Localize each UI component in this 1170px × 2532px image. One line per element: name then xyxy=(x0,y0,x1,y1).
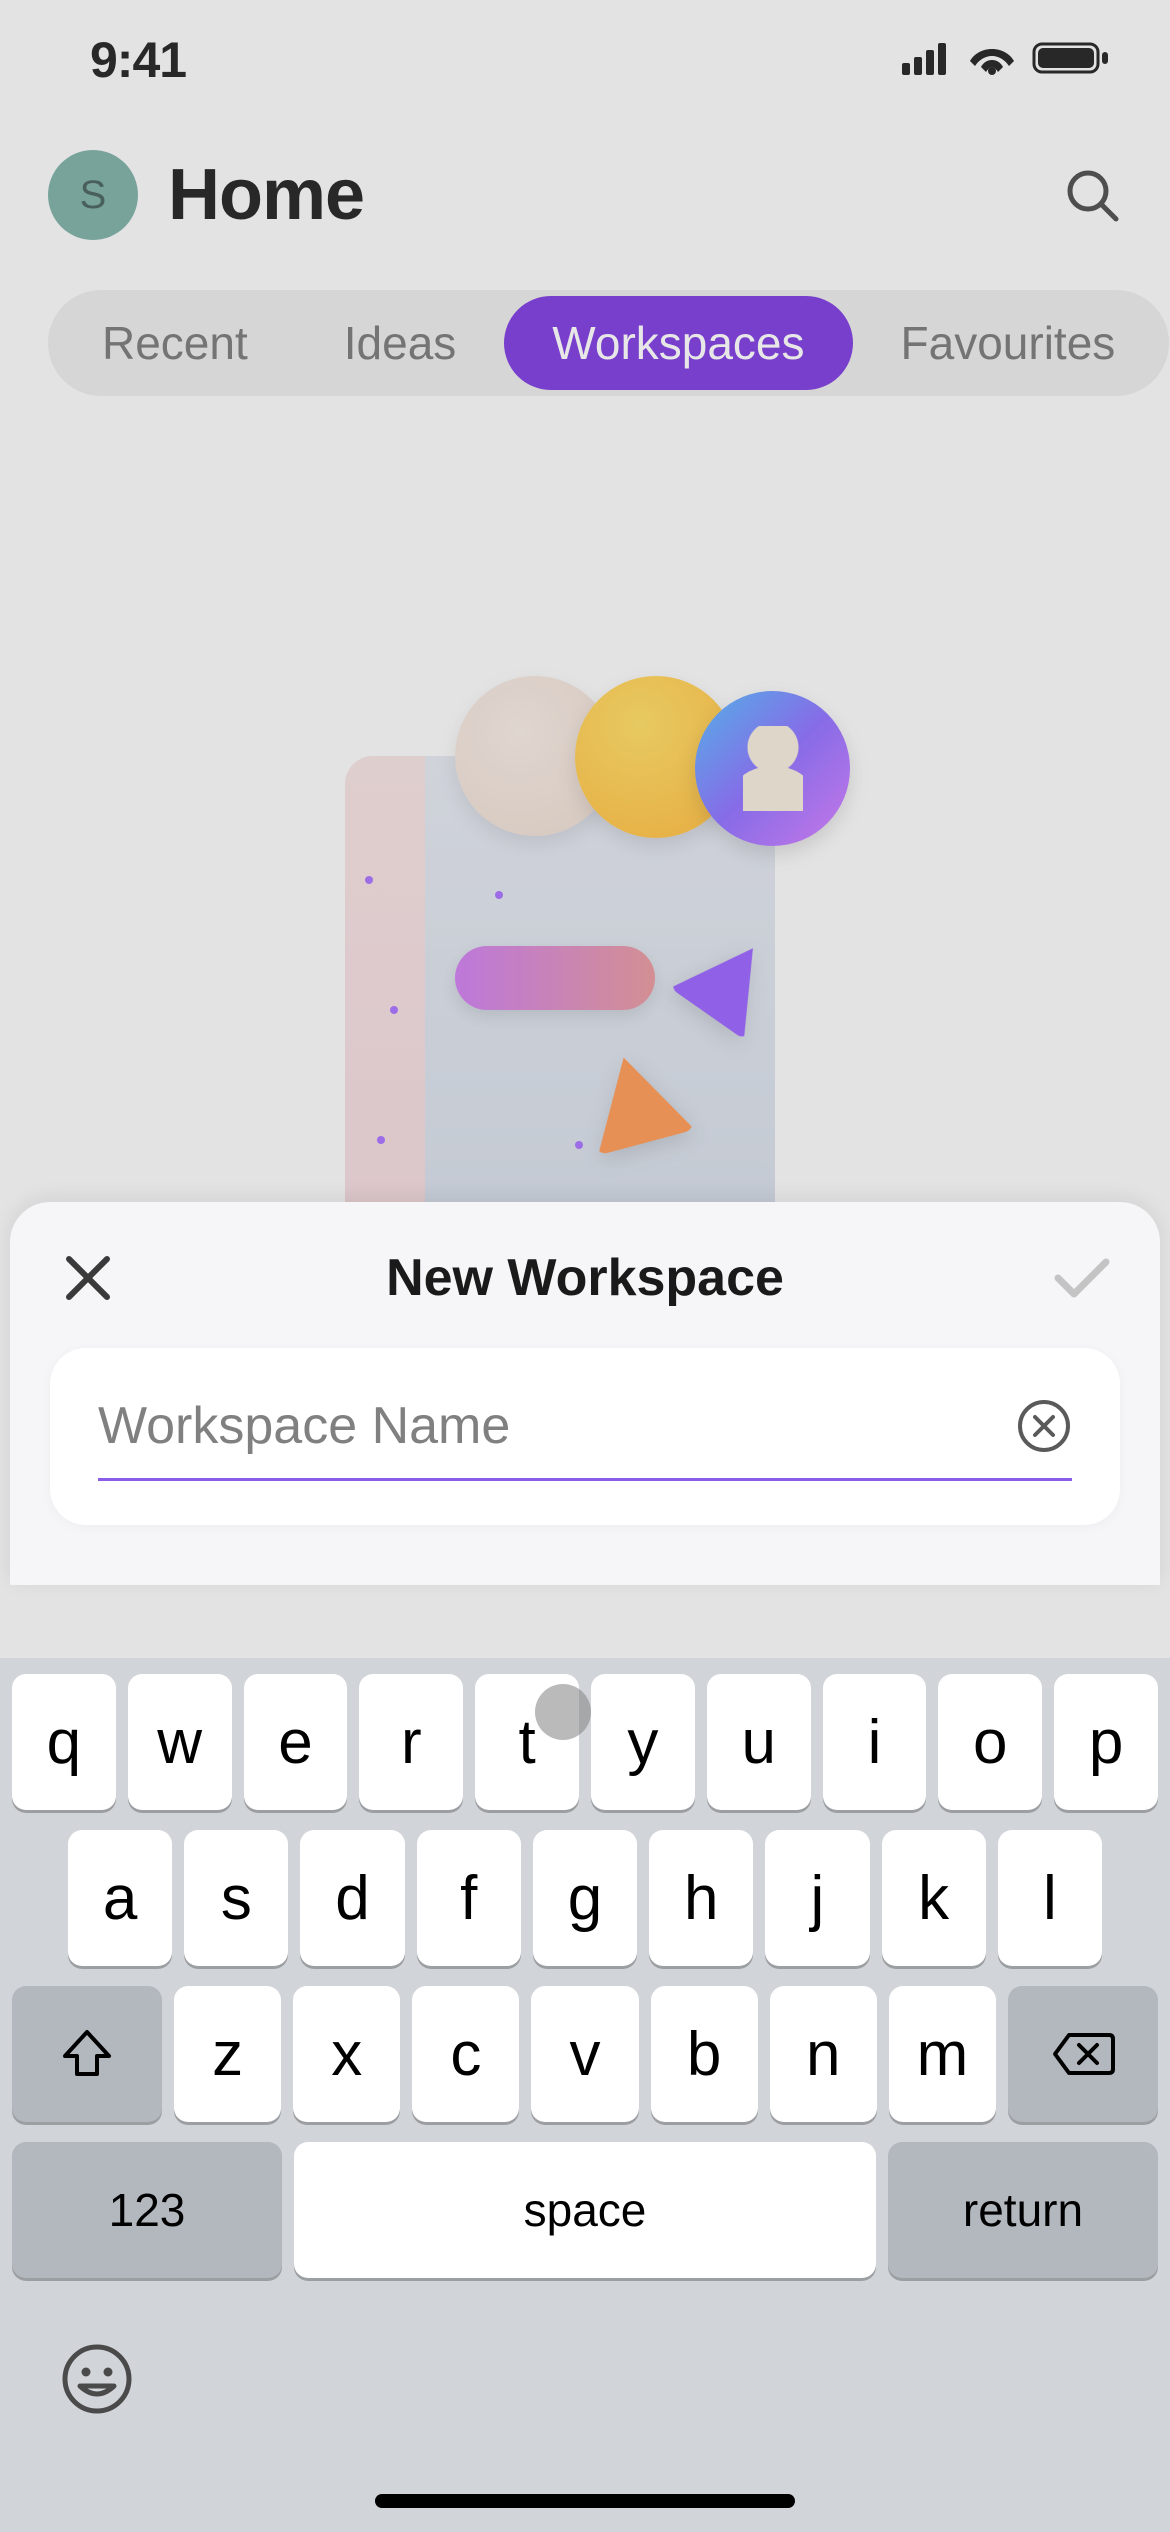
key-i[interactable]: i xyxy=(823,1674,927,1810)
shift-icon xyxy=(59,2028,115,2080)
key-p[interactable]: p xyxy=(1054,1674,1158,1810)
cellular-icon xyxy=(902,41,952,80)
key-t[interactable]: t xyxy=(475,1674,579,1810)
tab-workspaces[interactable]: Workspaces xyxy=(504,296,852,390)
key-q[interactable]: q xyxy=(12,1674,116,1810)
key-c[interactable]: c xyxy=(412,1986,519,2122)
key-m[interactable]: m xyxy=(889,1986,996,2122)
key-s[interactable]: s xyxy=(184,1830,288,1966)
clear-icon xyxy=(1016,1398,1072,1454)
close-icon xyxy=(63,1253,113,1303)
key-z[interactable]: z xyxy=(174,1986,281,2122)
wifi-icon xyxy=(968,41,1016,80)
key-d[interactable]: d xyxy=(300,1830,404,1966)
touch-indicator xyxy=(535,1684,591,1740)
key-l[interactable]: l xyxy=(998,1830,1102,1966)
new-workspace-sheet: New Workspace xyxy=(10,1202,1160,1585)
tab-favourites[interactable]: Favourites xyxy=(853,296,1164,390)
key-a[interactable]: a xyxy=(68,1830,172,1966)
key-delete[interactable] xyxy=(1008,1986,1158,2122)
key-b[interactable]: b xyxy=(651,1986,758,2122)
clear-input-button[interactable] xyxy=(1016,1398,1072,1454)
page-title: Home xyxy=(168,154,1032,236)
key-n[interactable]: n xyxy=(770,1986,877,2122)
key-h[interactable]: h xyxy=(649,1830,753,1966)
checkmark-icon xyxy=(1054,1256,1110,1300)
key-f[interactable]: f xyxy=(417,1830,521,1966)
emoji-icon xyxy=(60,2342,134,2416)
key-o[interactable]: o xyxy=(938,1674,1042,1810)
key-j[interactable]: j xyxy=(765,1830,869,1966)
key-numbers[interactable]: 123 xyxy=(12,2142,282,2278)
avatar[interactable]: S xyxy=(48,150,138,240)
key-k[interactable]: k xyxy=(882,1830,986,1966)
status-bar: 9:41 xyxy=(0,0,1170,120)
status-time: 9:41 xyxy=(90,31,186,89)
backspace-icon xyxy=(1051,2031,1115,2077)
key-g[interactable]: g xyxy=(533,1830,637,1966)
keyboard: q w e r t y u i o p a s d f g h j k l z xyxy=(0,1658,1170,2532)
close-button[interactable] xyxy=(60,1250,116,1306)
workspace-name-input[interactable] xyxy=(98,1396,996,1456)
search-icon xyxy=(1062,165,1122,225)
battery-icon xyxy=(1032,40,1110,81)
tabs: Recent Ideas Workspaces Favourites xyxy=(0,260,1170,416)
key-v[interactable]: v xyxy=(531,1986,638,2122)
key-return[interactable]: return xyxy=(888,2142,1158,2278)
key-e[interactable]: e xyxy=(244,1674,348,1810)
key-w[interactable]: w xyxy=(128,1674,232,1810)
empty-state-illustration xyxy=(0,416,1170,1236)
search-button[interactable] xyxy=(1062,165,1122,225)
tab-ideas[interactable]: Ideas xyxy=(296,296,505,390)
status-indicators xyxy=(902,40,1110,81)
key-shift[interactable] xyxy=(12,1986,162,2122)
key-x[interactable]: x xyxy=(293,1986,400,2122)
emoji-button[interactable] xyxy=(60,2342,134,2433)
sheet-title: New Workspace xyxy=(386,1248,784,1308)
confirm-button[interactable] xyxy=(1054,1250,1110,1306)
key-r[interactable]: r xyxy=(359,1674,463,1810)
app-header: S Home xyxy=(0,120,1170,260)
home-indicator[interactable] xyxy=(375,2494,795,2508)
key-u[interactable]: u xyxy=(707,1674,811,1810)
key-space[interactable]: space xyxy=(294,2142,876,2278)
key-y[interactable]: y xyxy=(591,1674,695,1810)
tab-recent[interactable]: Recent xyxy=(54,296,296,390)
